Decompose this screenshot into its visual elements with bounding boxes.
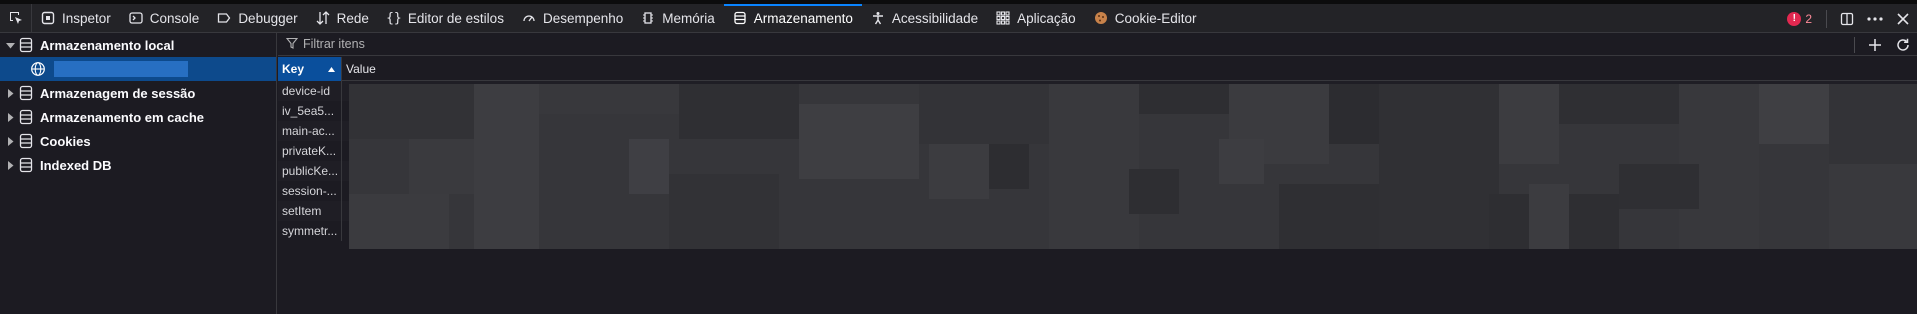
storage-icon — [18, 37, 34, 53]
tab-label: Inspetor — [62, 10, 111, 26]
plus-icon — [1869, 38, 1881, 51]
tab-console[interactable]: Console — [120, 4, 209, 33]
refresh-button[interactable] — [1889, 31, 1917, 59]
tab-cookie-editor[interactable]: Cookie-Editor — [1085, 4, 1206, 33]
tree-node-cache-storage[interactable]: Armazenamento em cache — [0, 105, 276, 129]
column-header-key[interactable]: Key — [278, 57, 342, 81]
storage-icon — [18, 85, 34, 101]
tree-node-cookies[interactable]: Cookies — [0, 129, 276, 153]
memory-icon — [640, 10, 656, 26]
key-cell: device-id — [278, 81, 342, 101]
filter-actions — [1854, 33, 1917, 56]
collapsed-arrow-icon[interactable] — [2, 88, 18, 98]
storage-icon — [18, 157, 34, 173]
toolbar-actions: ! 2 — [1787, 4, 1917, 33]
debugger-icon — [216, 10, 232, 26]
column-header-label: Value — [346, 62, 376, 76]
collapsed-arrow-icon[interactable] — [2, 136, 18, 146]
tab-label: Debugger — [238, 10, 298, 26]
inspector-icon — [40, 10, 56, 26]
key-cell: publicKe... — [278, 161, 342, 181]
tree-node-session-storage[interactable]: Armazenagem de sessão — [0, 81, 276, 105]
sort-ascending-icon — [328, 66, 335, 72]
tab-debugger[interactable]: Debugger — [208, 4, 306, 33]
globe-icon — [30, 61, 46, 77]
tree-node-label: Armazenamento em cache — [40, 109, 205, 125]
redacted-hostname — [54, 61, 188, 77]
expanded-arrow-icon[interactable] — [2, 41, 18, 50]
collapsed-arrow-icon[interactable] — [2, 112, 18, 122]
column-header-label: Key — [282, 62, 305, 76]
tab-application[interactable]: Aplicação — [987, 4, 1085, 33]
more-options-button[interactable] — [1861, 5, 1889, 33]
performance-icon — [521, 10, 537, 26]
close-icon — [1897, 12, 1909, 25]
tab-memory[interactable]: Memória — [632, 4, 724, 33]
element-picker-button[interactable] — [0, 3, 32, 33]
storage-tree: Armazenamento local Armazenagem de sessã… — [0, 33, 277, 314]
application-icon — [995, 10, 1011, 26]
tab-label: Editor de estilos — [407, 10, 504, 26]
tab-label: Acessibilidade — [891, 10, 979, 26]
tool-tabs: Inspetor Console Debugger Rede {} Editor… — [32, 4, 1206, 33]
tab-label: Desempenho — [542, 10, 624, 26]
tree-node-local-storage[interactable]: Armazenamento local — [0, 33, 276, 57]
key-cell: iv_5ea5... — [278, 101, 342, 121]
redacted-values-mosaic — [349, 84, 1917, 249]
filter-divider — [1854, 36, 1855, 53]
key-cell: main-ac... — [278, 121, 342, 141]
tab-style-editor[interactable]: {} Editor de estilos — [378, 4, 513, 33]
tab-performance[interactable]: Desempenho — [513, 4, 632, 33]
tab-storage[interactable]: Armazenamento — [724, 4, 862, 33]
console-icon — [128, 10, 144, 26]
storage-icon — [18, 109, 34, 125]
table-header: Key Value — [278, 57, 1917, 81]
tab-accessibility[interactable]: Acessibilidade — [862, 4, 987, 33]
key-cell: privateK... — [278, 141, 342, 161]
storage-icon — [18, 133, 34, 149]
tab-label: Armazenamento — [753, 10, 853, 26]
dock-icon — [1840, 12, 1854, 25]
close-devtools-button[interactable] — [1889, 5, 1917, 33]
tab-label: Aplicação — [1017, 10, 1076, 26]
tab-label: Console — [149, 10, 200, 26]
error-count: 2 — [1805, 11, 1812, 26]
accessibility-icon — [870, 10, 886, 26]
picker-icon — [9, 12, 22, 24]
refresh-icon — [1897, 38, 1909, 51]
storage-icon — [732, 10, 748, 26]
tree-item-origin[interactable] — [0, 57, 276, 81]
key-cell: session-... — [278, 181, 342, 201]
tab-label: Cookie-Editor — [1114, 10, 1197, 26]
column-header-value[interactable]: Value — [342, 57, 376, 81]
dock-options-button[interactable] — [1833, 5, 1861, 33]
tree-node-indexed-db[interactable]: Indexed DB — [0, 153, 276, 177]
tree-node-label: Armazenagem de sessão — [40, 85, 196, 101]
devtools-toolbar: Inspetor Console Debugger Rede {} Editor… — [0, 0, 1917, 33]
toolbar-divider — [1826, 9, 1827, 28]
cookie-editor-icon — [1093, 10, 1109, 26]
tab-label: Memória — [662, 10, 715, 26]
tree-node-label: Cookies — [40, 133, 91, 149]
key-cell: symmetr... — [278, 221, 342, 241]
devtools-window: Inspetor Console Debugger Rede {} Editor… — [0, 0, 1917, 314]
key-cell: setItem — [278, 201, 342, 221]
network-icon — [315, 10, 331, 26]
error-count-badge[interactable]: ! 2 — [1787, 11, 1812, 26]
tree-node-label: Indexed DB — [40, 157, 112, 173]
filter-icon — [286, 37, 300, 51]
filter-bar — [278, 33, 1917, 56]
add-item-button[interactable] — [1861, 31, 1889, 59]
tab-network[interactable]: Rede — [307, 4, 378, 33]
style-editor-icon: {} — [386, 10, 402, 26]
tree-node-label: Armazenamento local — [40, 37, 175, 53]
error-icon: ! — [1787, 11, 1802, 26]
filter-items-input[interactable] — [303, 37, 1203, 51]
tab-label: Rede — [336, 10, 369, 26]
ellipsis-icon — [1867, 16, 1883, 21]
collapsed-arrow-icon[interactable] — [2, 160, 18, 170]
tab-inspector[interactable]: Inspetor — [32, 4, 120, 33]
